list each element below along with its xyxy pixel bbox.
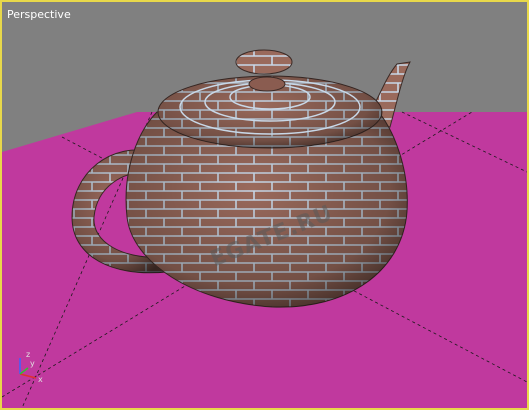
- lid-knob-base: [248, 76, 286, 92]
- viewport-label[interactable]: Perspective: [7, 8, 71, 21]
- viewport-scene[interactable]: z x y: [2, 2, 527, 408]
- axis-z-label: z: [26, 350, 30, 359]
- lid-knob: [235, 49, 293, 75]
- axis-x-label: x: [38, 375, 43, 384]
- perspective-viewport[interactable]: z x y EGATE.RU Perspective: [0, 0, 529, 410]
- axis-y-label: y: [30, 359, 35, 368]
